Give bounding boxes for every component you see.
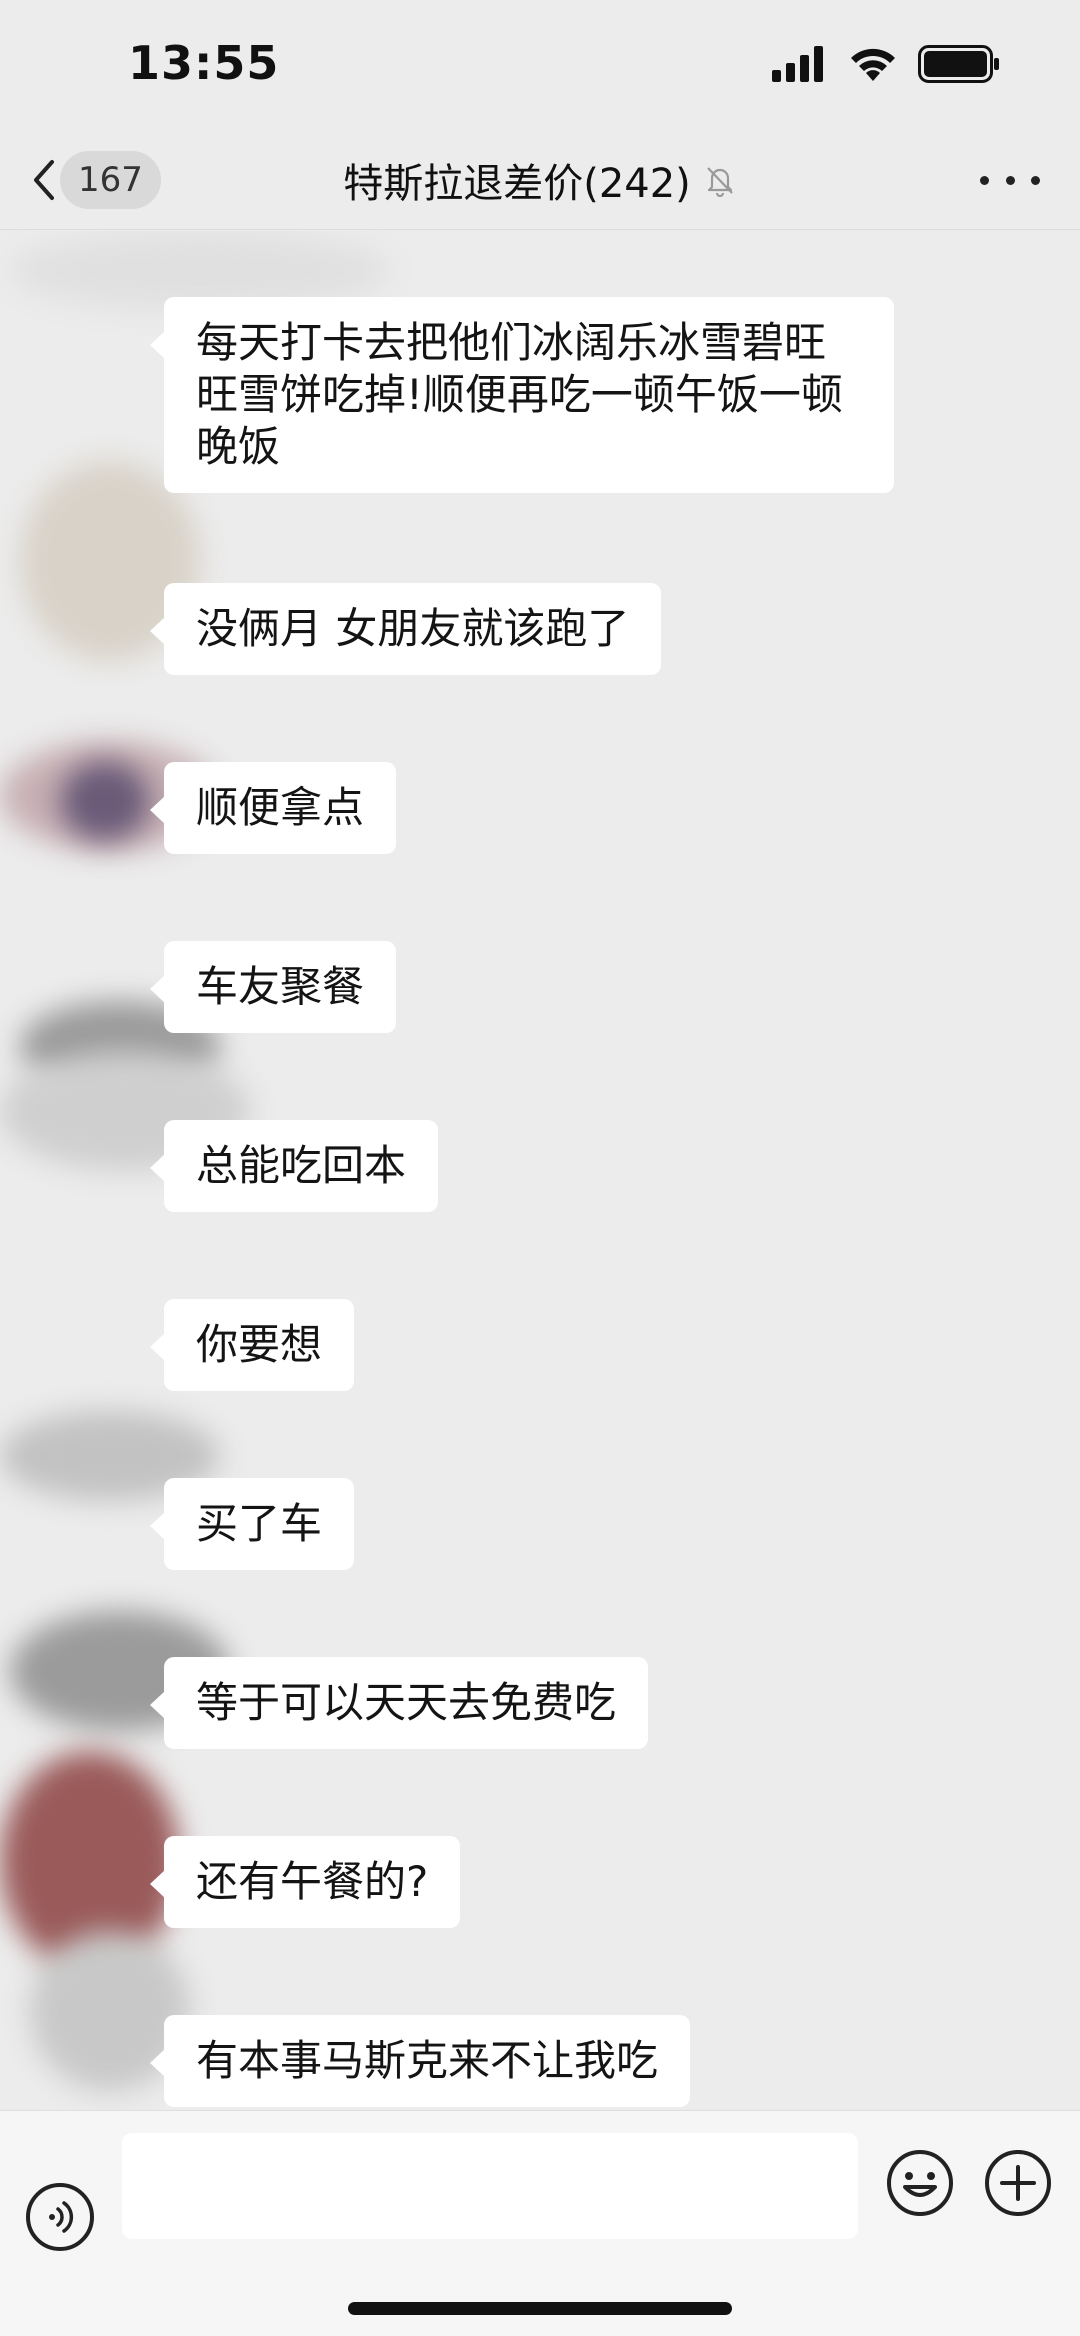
plus-icon [985, 2150, 1051, 2216]
message-bubble[interactable]: 还有午餐的? [149, 1836, 461, 1928]
chat-header: 167 特斯拉退差价(242) [0, 130, 1080, 230]
chat-title: 特斯拉退差价(242) [343, 161, 691, 207]
signal-icon [772, 46, 823, 82]
chat-title-wrap: 特斯拉退差价(242) [0, 148, 1080, 212]
message-bubble[interactable]: 车友聚餐 [149, 941, 397, 1033]
message-bubble[interactable]: 有本事马斯克来不让我吃 [149, 2015, 691, 2107]
message-bubble[interactable]: 顺便拿点 [149, 762, 397, 854]
more-dot [1031, 175, 1040, 185]
message-bubble[interactable]: 每天打卡去把他们冰阔乐冰雪碧旺 旺雪饼吃掉!顺便再吃一顿午饭一顿 晚饭 [150, 297, 894, 493]
message-bubble[interactable]: 买了车 [149, 1478, 355, 1570]
battery-icon [918, 45, 999, 83]
message-bubble[interactable]: 总能吃回本 [149, 1120, 439, 1212]
voice-button[interactable] [26, 2183, 94, 2251]
voice-icon [49, 2201, 74, 2233]
status-time: 13:55 [128, 36, 280, 90]
message-list[interactable]: 每天打卡去把他们冰阔乐冰雪碧旺 旺雪饼吃掉!顺便再吃一顿午饭一顿 晚饭 没俩月 … [0, 231, 1080, 2110]
more-dots-icon [980, 175, 989, 185]
message-input[interactable] [122, 2133, 858, 2239]
plus-button[interactable] [982, 2147, 1054, 2219]
emoji-icon [887, 2150, 953, 2216]
emoji-button[interactable] [884, 2147, 956, 2219]
message-text-line: 每天打卡去把他们冰阔乐冰雪碧旺 [196, 318, 827, 367]
status-bar: 13:55 [0, 0, 1080, 130]
blurred-avatar [60, 761, 150, 841]
message-bubble[interactable]: 没俩月 女朋友就该跑了 [149, 583, 662, 675]
status-icons [772, 44, 1000, 84]
home-indicator[interactable] [348, 2302, 732, 2315]
more-dot [1005, 175, 1015, 185]
message-bubble[interactable]: 等于可以天天去免费吃 [149, 1657, 649, 1749]
more-button[interactable] [980, 158, 1040, 202]
message-bubble[interactable]: 你要想 [149, 1299, 355, 1391]
mute-bell-icon [706, 167, 733, 197]
wifi-icon [851, 48, 895, 81]
message-text-line: 旺雪饼吃掉!顺便再吃一顿午饭一顿 [196, 370, 843, 419]
message-text-line: 晚饭 [196, 422, 281, 471]
